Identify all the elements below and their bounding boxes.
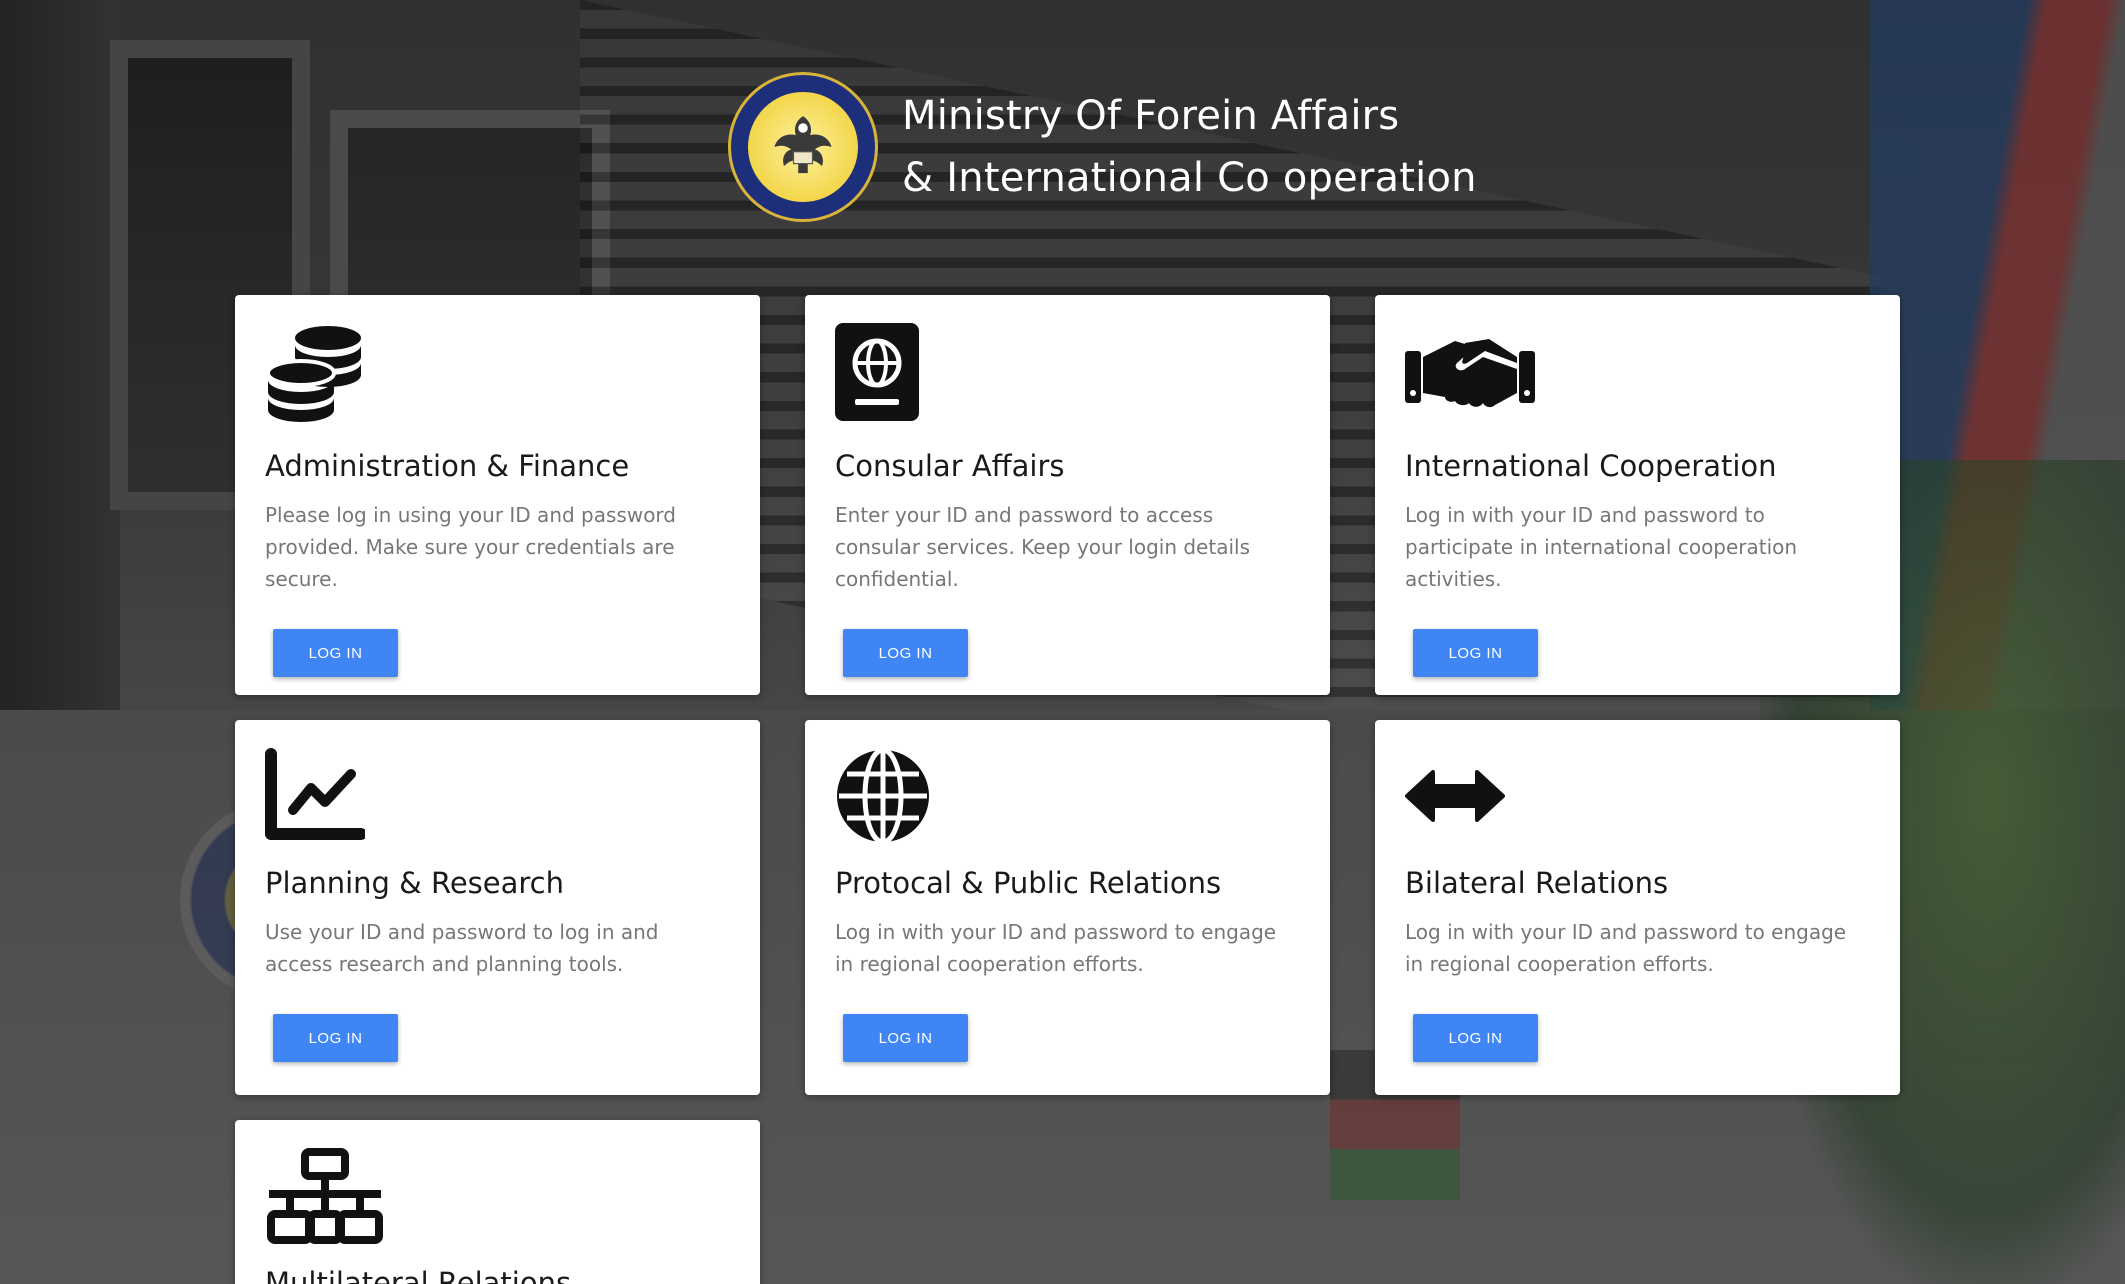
- coins-icon: [265, 323, 730, 423]
- ministry-title-line2: & International Co operation: [902, 155, 1477, 201]
- card-consular-affairs: Consular Affairs Enter your ID and passw…: [805, 295, 1330, 695]
- card-title: Consular Affairs: [835, 449, 1065, 483]
- globe-icon: [835, 748, 1300, 848]
- card-title: International Cooperation: [1405, 449, 1777, 483]
- login-button-planning-research[interactable]: LOG IN: [273, 1014, 398, 1062]
- card-international-cooperation: International Cooperation Log in with yo…: [1375, 295, 1900, 695]
- card-planning-research: Planning & Research Use your ID and pass…: [235, 720, 760, 1095]
- network-icon: [265, 1148, 730, 1248]
- card-title: Planning & Research: [265, 866, 564, 900]
- card-title: Multilateral Relations: [265, 1266, 572, 1284]
- line-chart-icon: [265, 748, 730, 848]
- passport-icon: [835, 323, 1300, 423]
- card-description: Enter your ID and password to access con…: [835, 503, 1250, 591]
- login-button-protocol-public-relations[interactable]: LOG IN: [843, 1014, 968, 1062]
- card-bilateral-relations: Bilateral Relations Log in with your ID …: [1375, 720, 1900, 1095]
- ministry-title-line1: Ministry Of Forein Affairs: [902, 93, 1400, 139]
- login-button-administration-finance[interactable]: LOG IN: [273, 629, 398, 677]
- card-description: Log in with your ID and password to enga…: [835, 920, 1277, 976]
- card-multilateral-relations: Multilateral Relations: [235, 1120, 760, 1284]
- department-cards: Administration & Finance Please log in u…: [235, 295, 1900, 1284]
- ministry-title: Ministry Of Forein Affairs & Internation…: [902, 85, 1477, 209]
- login-button-bilateral-relations[interactable]: LOG IN: [1413, 1014, 1538, 1062]
- card-title: Bilateral Relations: [1405, 866, 1669, 900]
- page-header: Ministry Of Forein Affairs & Internation…: [728, 72, 1477, 222]
- card-description: Log in with your ID and password to enga…: [1405, 920, 1847, 976]
- login-button-international-cooperation[interactable]: LOG IN: [1413, 629, 1538, 677]
- coat-of-arms-icon: [728, 72, 878, 222]
- handshake-icon: [1405, 323, 1870, 423]
- card-description: Log in with your ID and password to part…: [1405, 503, 1798, 591]
- arrows-left-right-icon: [1405, 748, 1870, 848]
- card-title: Protocal & Public Relations: [835, 866, 1222, 900]
- card-administration-finance: Administration & Finance Please log in u…: [235, 295, 760, 695]
- card-protocol-public-relations: Protocal & Public Relations Log in with …: [805, 720, 1330, 1095]
- card-title: Administration & Finance: [265, 449, 630, 483]
- card-description: Please log in using your ID and password…: [265, 503, 676, 591]
- card-description: Use your ID and password to log in and a…: [265, 920, 659, 976]
- login-button-consular-affairs[interactable]: LOG IN: [843, 629, 968, 677]
